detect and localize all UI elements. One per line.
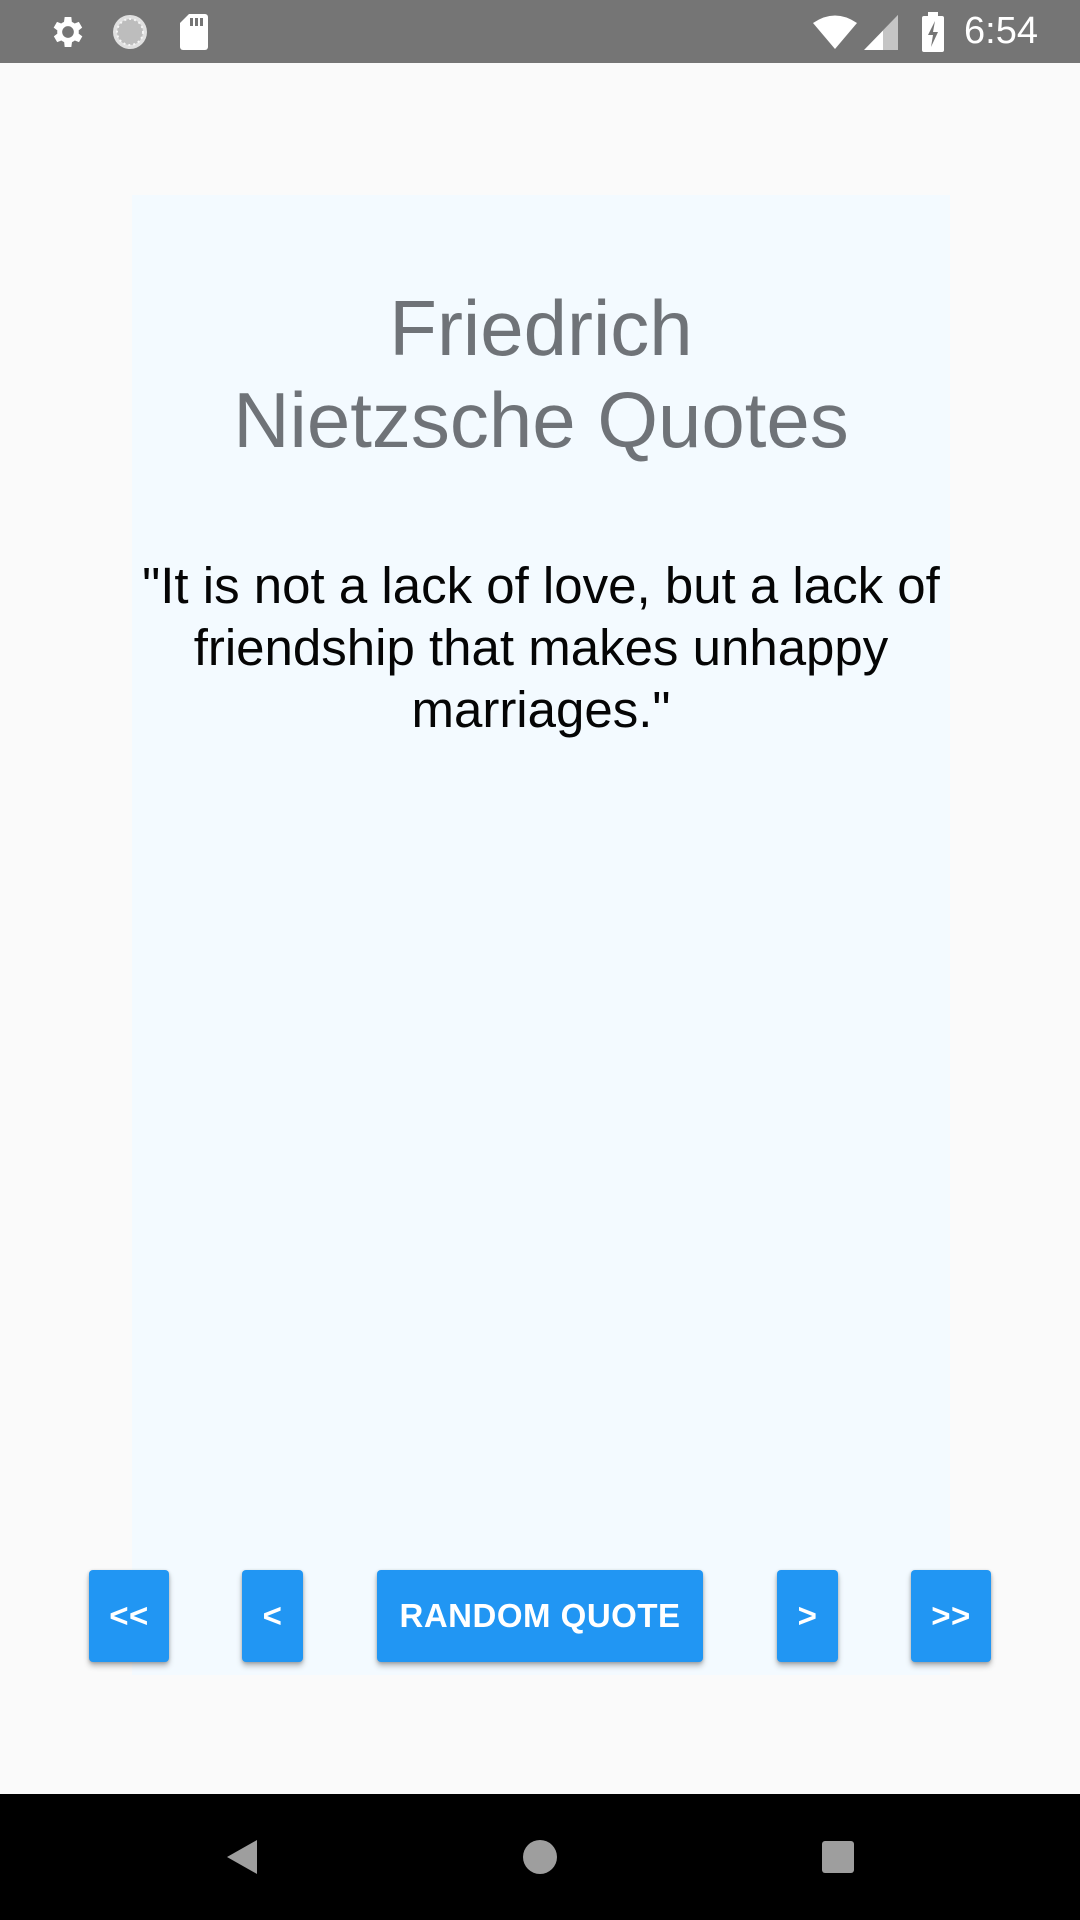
battery-charging-icon bbox=[920, 0, 946, 63]
previous-quote-button[interactable]: < bbox=[242, 1570, 303, 1662]
gear-icon bbox=[48, 0, 88, 63]
quote-text: "It is not a lack of love, but a lack of… bbox=[142, 557, 940, 738]
loading-circle-icon bbox=[110, 0, 150, 63]
status-bar: 6:54 bbox=[0, 0, 1080, 63]
page-title: Friedrich Nietzsche Quotes bbox=[233, 284, 849, 464]
status-time: 6:54 bbox=[964, 10, 1038, 52]
random-quote-button[interactable]: RANDOM QUOTE bbox=[377, 1570, 703, 1662]
next-quote-button[interactable]: > bbox=[777, 1570, 838, 1662]
first-quote-button[interactable]: << bbox=[89, 1570, 169, 1662]
back-triangle-icon[interactable] bbox=[222, 1794, 262, 1920]
system-navigation-bar bbox=[0, 1794, 1080, 1920]
wifi-icon bbox=[812, 0, 858, 63]
recents-square-icon[interactable] bbox=[818, 1794, 858, 1920]
last-quote-button[interactable]: >> bbox=[911, 1570, 991, 1662]
sd-card-icon bbox=[177, 0, 211, 63]
home-circle-icon[interactable] bbox=[519, 1794, 561, 1920]
cell-signal-icon bbox=[862, 0, 900, 63]
